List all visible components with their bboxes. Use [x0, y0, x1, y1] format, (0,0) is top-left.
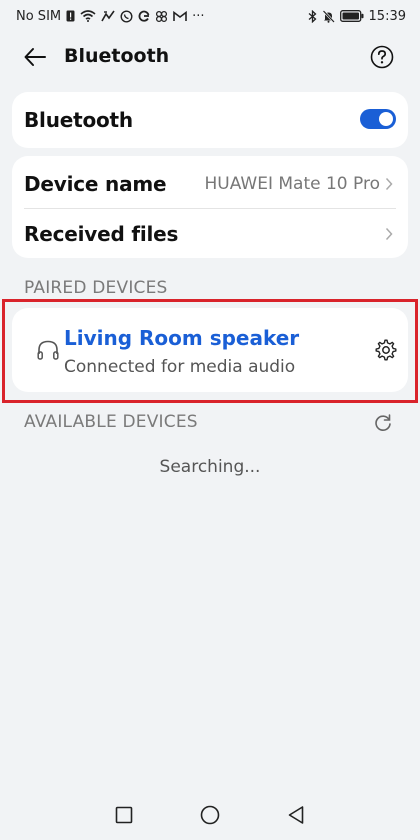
- more-notifications: ···: [192, 8, 205, 24]
- help-button[interactable]: [368, 43, 396, 71]
- back-button[interactable]: [20, 42, 50, 72]
- toggle-knob: [379, 112, 393, 126]
- available-devices-header: AVAILABLE DEVICES: [24, 412, 198, 432]
- page-title: Bluetooth: [64, 45, 170, 67]
- recents-button[interactable]: [112, 803, 136, 827]
- whatsapp-icon: [120, 9, 133, 23]
- bluetooth-icon: [308, 9, 317, 23]
- received-files-row[interactable]: Received files: [12, 210, 408, 258]
- status-right: 15:39: [308, 9, 406, 24]
- back-nav-button[interactable]: [284, 803, 308, 827]
- bluetooth-toggle-row[interactable]: Bluetooth: [12, 92, 408, 148]
- triangle-back-icon: [288, 806, 304, 824]
- highlight-box: [2, 299, 418, 403]
- sim-alert-icon: [66, 10, 75, 22]
- status-left: No SIM ···: [16, 9, 205, 24]
- back-arrow-icon: [24, 48, 46, 66]
- paired-devices-header: PAIRED DEVICES: [24, 278, 168, 298]
- navigation-bar: [0, 790, 420, 840]
- divider: [24, 208, 396, 209]
- bluetooth-label: Bluetooth: [24, 108, 133, 132]
- app-icon: [155, 10, 168, 23]
- bluetooth-toggle-switch[interactable]: [360, 109, 396, 129]
- device-settings-card: Device name HUAWEI Mate 10 Pro Received …: [12, 156, 408, 258]
- app-bar: Bluetooth: [0, 34, 420, 80]
- mute-icon: [322, 9, 335, 23]
- received-files-label: Received files: [24, 222, 179, 246]
- home-button[interactable]: [198, 803, 222, 827]
- circle-icon: [200, 805, 220, 825]
- battery-icon: [339, 10, 364, 22]
- google-icon: [138, 10, 150, 22]
- chevron-right-icon: [384, 176, 394, 192]
- bluetooth-toggle-card: Bluetooth: [12, 92, 408, 148]
- device-name-value: HUAWEI Mate 10 Pro: [204, 174, 380, 194]
- wifi-icon: [80, 10, 96, 22]
- device-name-label: Device name: [24, 172, 167, 196]
- device-name-row[interactable]: Device name HUAWEI Mate 10 Pro: [12, 156, 408, 212]
- signal-activity-icon: [101, 10, 115, 22]
- gmail-icon: [173, 10, 187, 22]
- carrier-text: No SIM: [16, 8, 62, 24]
- help-icon: [370, 45, 394, 69]
- square-icon: [115, 806, 133, 824]
- refresh-icon[interactable]: [372, 412, 394, 434]
- chevron-right-icon: [384, 226, 394, 242]
- searching-status: Searching...: [159, 457, 261, 477]
- clock: 15:39: [368, 8, 406, 24]
- status-bar: No SIM ··· 15:39: [0, 0, 420, 32]
- bluetooth-settings-screen: No SIM ··· 15:39 Bluetooth Bluetooth Dev…: [0, 0, 420, 840]
